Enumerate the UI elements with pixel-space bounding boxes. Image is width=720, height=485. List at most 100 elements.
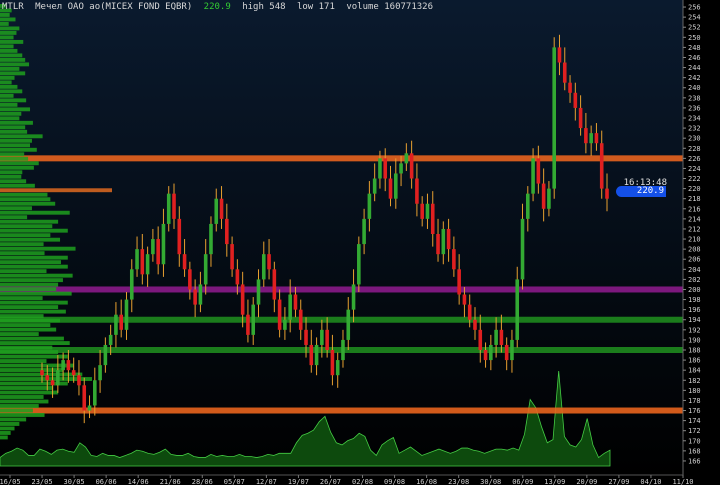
price-tick-label: 222	[688, 175, 701, 183]
date-tick-label: 09/08	[384, 478, 405, 485]
candle-body	[436, 234, 440, 255]
candle-body	[50, 380, 55, 386]
candle-body	[87, 405, 92, 411]
profile-bar	[0, 242, 44, 247]
price-tick-label: 192	[688, 326, 701, 334]
candle-body	[478, 329, 483, 350]
candle-body	[124, 299, 129, 330]
price-tick-label: 202	[688, 276, 701, 284]
profile-bar	[0, 80, 12, 85]
candle-body	[515, 279, 520, 340]
candle-body	[114, 314, 118, 335]
candle-body	[261, 254, 266, 280]
candle-body	[40, 370, 44, 376]
candle-body	[135, 249, 139, 270]
price-tick-label: 200	[688, 286, 701, 294]
profile-bar	[0, 224, 53, 229]
profile-bar	[0, 435, 8, 440]
candle-body	[66, 360, 71, 371]
candle-body	[504, 344, 509, 361]
ticker-label[interactable]: MTLR	[2, 2, 24, 12]
candle-body	[193, 289, 197, 305]
candle-body	[267, 254, 271, 270]
candle-body	[573, 92, 578, 108]
candle-body	[372, 178, 377, 194]
price-tick-label: 210	[688, 236, 701, 244]
candle-body	[578, 107, 583, 129]
candle-body	[393, 173, 398, 199]
candle-body	[605, 188, 609, 199]
level-line	[0, 316, 683, 323]
candle-body	[489, 344, 493, 361]
price-tick-label: 194	[688, 316, 701, 324]
profile-bar	[0, 183, 35, 188]
candle-body	[589, 133, 593, 144]
profile-bar	[0, 39, 24, 44]
current-price-flag: 220.9	[616, 186, 666, 197]
candle-body	[594, 133, 599, 144]
candle-body	[177, 218, 182, 255]
candle-body	[362, 218, 366, 245]
profile-bar	[0, 219, 59, 224]
candle-body	[140, 249, 145, 275]
instrument-label: Мечел ОАО ао(MICEX FOND EQBR)	[35, 2, 193, 12]
candle-body	[404, 153, 409, 164]
candle-body	[240, 284, 245, 315]
price-tick-label: 184	[688, 367, 701, 375]
price-tick-label: 188	[688, 347, 701, 355]
price-tick-label: 176	[688, 407, 701, 415]
profile-bar	[0, 48, 18, 53]
candle-body	[82, 385, 87, 411]
profile-bar	[0, 323, 51, 328]
plot-background	[0, 0, 683, 475]
profile-bar	[0, 197, 51, 202]
price-tick-label: 254	[688, 14, 701, 22]
candle-body	[161, 223, 166, 265]
date-tick-label: 11/10	[672, 478, 693, 485]
profile-bar	[0, 57, 26, 62]
profile-bar	[0, 188, 112, 193]
candle-body	[272, 269, 277, 300]
profile-bar	[0, 341, 70, 346]
candle-body	[557, 47, 562, 63]
candle-body	[357, 244, 361, 285]
candle-body	[346, 309, 351, 340]
profile-bar	[0, 53, 23, 58]
profile-bar	[0, 417, 27, 422]
profile-bar	[0, 399, 49, 404]
price-tick-label: 244	[688, 64, 701, 72]
candle-body	[409, 153, 414, 179]
profile-bar	[0, 21, 9, 26]
profile-bar	[0, 93, 14, 98]
price-tick-label: 168	[688, 447, 701, 455]
candle-body	[420, 203, 424, 219]
candle-body	[156, 239, 160, 265]
price-tick-label: 166	[688, 457, 701, 465]
candle-body	[119, 314, 124, 330]
candle-body	[383, 158, 388, 179]
profile-bar	[0, 107, 31, 112]
price-tick-label: 238	[688, 94, 701, 102]
date-tick-label: 27/09	[608, 478, 629, 485]
candle-body	[129, 269, 134, 300]
date-tick-label: 12/07	[256, 478, 277, 485]
candle-body	[378, 158, 382, 179]
candle-body	[562, 62, 567, 83]
candle-body	[230, 244, 234, 270]
profile-bar	[0, 246, 76, 251]
candle-body	[45, 375, 50, 381]
profile-bar	[0, 30, 17, 35]
candle-body	[547, 188, 551, 209]
candle-body	[494, 329, 498, 345]
profile-bar	[0, 215, 28, 220]
date-tick-label: 16/08	[416, 478, 437, 485]
candle-body	[225, 218, 229, 245]
candle-body	[520, 218, 525, 280]
date-tick-label: 04/10	[640, 478, 661, 485]
price-tick-label: 216	[688, 205, 701, 213]
candle-body	[172, 193, 176, 219]
candle-body	[98, 365, 102, 381]
profile-bar	[0, 327, 57, 332]
profile-bar	[0, 179, 27, 184]
profile-bar	[0, 111, 22, 116]
